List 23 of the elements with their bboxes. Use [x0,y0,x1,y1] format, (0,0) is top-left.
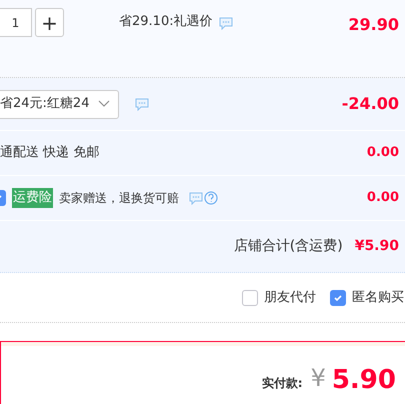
shipping-amount: 0.00 [366,144,399,162]
store-total-label: 店铺合计(含运费) [234,237,343,256]
option-label[interactable]: 匿名购买 [352,288,404,308]
currency-symbol: ¥ [310,363,326,394]
coupon-select[interactable]: 省24元:红糖24 [0,90,119,118]
price: 29.90 [348,14,399,36]
payment-amount: 5.90 [332,364,396,396]
store-total-amount: ¥5.90 [354,237,399,256]
payment-label: 实付款: [262,375,303,392]
discount-label: 省29.10:礼遇价 [119,13,213,31]
plus-button[interactable]: + [35,8,64,37]
coupon-amount: -24.00 [342,93,399,115]
chevron-down-icon [98,100,110,108]
chat-bubble-icon[interactable] [135,98,149,110]
insurance-tag: 运费险 [12,188,53,208]
insurance-amount: 0.00 [366,189,399,208]
chat-bubble-icon[interactable] [218,17,233,30]
help-icon[interactable] [204,191,218,205]
quantity-field[interactable]: 1 [0,8,32,37]
insurance-text: 卖家赠送，退换货可赔 [59,190,179,207]
chat-bubble-icon[interactable] [189,192,203,204]
shipping-method: 通配送 快递 免邮 [0,144,100,162]
option-label[interactable]: 朋友代付 [264,288,316,308]
